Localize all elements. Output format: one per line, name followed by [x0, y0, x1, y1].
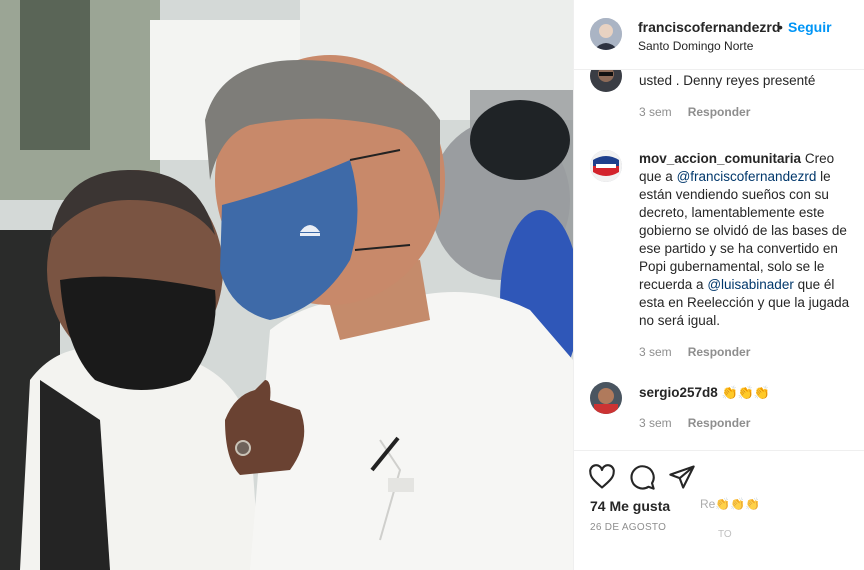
overlay-text: Re👏👏👏 — [700, 497, 761, 511]
comment-meta: 3 sem Responder — [639, 345, 750, 359]
mention-link[interactable]: @luisabinader — [707, 277, 794, 292]
heart-icon[interactable] — [588, 463, 616, 491]
comment-body: Siempre con usted . Denny reyes presenté — [639, 73, 816, 88]
comment-item: mov_accion_comunitaria Creo que a @franc… — [574, 150, 864, 360]
photo-illustration — [0, 0, 573, 570]
comment-item: sergio257d8 👏👏👏 3 sem Responder — [574, 382, 864, 442]
reply-button[interactable]: Responder — [688, 345, 751, 359]
post-actions: 74 Me gusta Re👏👏👏 26 DE AGOSTO TO — [574, 450, 864, 570]
separator-dot: • — [778, 19, 783, 35]
commenter-avatar[interactable] — [590, 382, 622, 414]
comment-text: mov_accion_comunitaria Creo que a @franc… — [639, 150, 854, 330]
like-count[interactable]: 74 Me gusta — [590, 498, 670, 514]
comment-time[interactable]: 3 sem — [639, 105, 672, 119]
comment-item: altagracias1991 Siempre con usted . Denn… — [574, 70, 864, 130]
comment-body: 👏👏👏 — [721, 385, 771, 400]
comments-list[interactable]: altagracias1991 Siempre con usted . Denn… — [574, 70, 864, 450]
comment-text: altagracias1991 Siempre con usted . Denn… — [639, 70, 854, 90]
follow-button[interactable]: Seguir — [788, 19, 832, 35]
post-header: franciscofernandezrd • Seguir Santo Domi… — [574, 0, 864, 70]
comment-time[interactable]: 3 sem — [639, 345, 672, 359]
post-side-panel: franciscofernandezrd • Seguir Santo Domi… — [573, 0, 864, 570]
post-location[interactable]: Santo Domingo Norte — [638, 39, 753, 53]
comment-icon[interactable] — [628, 463, 656, 491]
mention-link[interactable]: @franciscofernandezrd — [677, 169, 817, 184]
comment-text: sergio257d8 👏👏👏 — [639, 384, 854, 402]
comment-meta: 3 sem Responder — [639, 416, 750, 430]
paper-plane-icon[interactable] — [668, 463, 696, 491]
owner-avatar[interactable] — [590, 18, 622, 50]
reply-button[interactable]: Responder — [688, 416, 751, 430]
comment-time[interactable]: 3 sem — [639, 416, 672, 430]
comment-meta: 3 sem Responder — [639, 105, 750, 119]
comment-username[interactable]: sergio257d8 — [639, 385, 718, 400]
comment-username[interactable]: mov_accion_comunitaria — [639, 151, 801, 166]
owner-username[interactable]: franciscofernandezrd — [638, 19, 780, 35]
post-date[interactable]: 26 DE AGOSTO — [590, 522, 666, 533]
commenter-avatar[interactable] — [590, 70, 622, 92]
post-photo[interactable] — [0, 0, 573, 570]
commenter-avatar[interactable] — [590, 150, 622, 182]
comment-body-middle: le están vendiendo sueños con su decreto… — [639, 169, 847, 292]
reply-button[interactable]: Responder — [688, 105, 751, 119]
overlay-text-secondary: TO — [718, 529, 732, 540]
